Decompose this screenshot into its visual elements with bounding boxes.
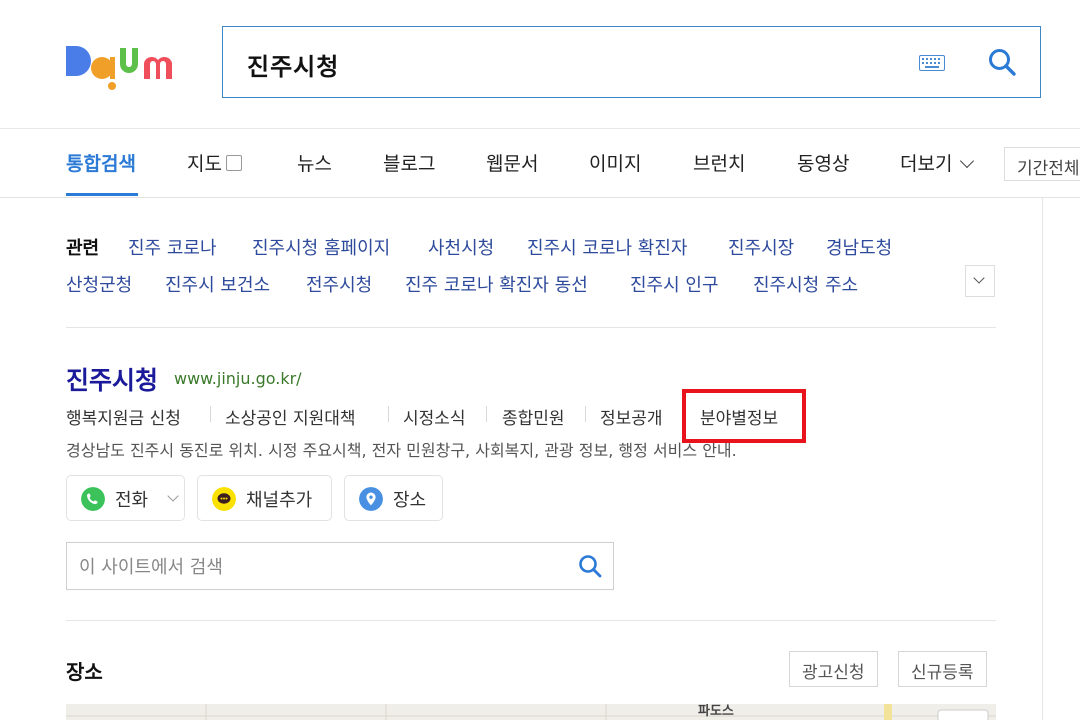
add-channel-label: 채널추가 — [246, 490, 313, 511]
chevron-down-icon — [167, 490, 179, 502]
place-button[interactable]: 장소 — [344, 475, 443, 521]
map[interactable]: 파도스 — [66, 704, 996, 720]
related-item[interactable]: 진주시장 — [728, 234, 794, 260]
sublink[interactable]: 행복지원금 신청 — [66, 404, 181, 429]
divider — [1042, 198, 1043, 720]
tab-map[interactable]: 지도 — [187, 149, 242, 176]
call-button-label: 전화 — [115, 490, 149, 511]
map-streets — [66, 704, 996, 720]
related-item[interactable]: 진주시청 주소 — [753, 271, 858, 297]
keyboard-icon[interactable] — [919, 55, 945, 71]
related-item[interactable]: 진주시 코로나 확진자 — [527, 234, 687, 260]
new-register-button[interactable]: 신규등록 — [898, 651, 987, 687]
related-item[interactable]: 경남도청 — [826, 234, 892, 260]
call-button[interactable]: 전화 — [66, 475, 185, 521]
tab-video[interactable]: 동영상 — [797, 149, 849, 176]
divider — [66, 620, 996, 621]
tab-blog[interactable]: 블로그 — [383, 149, 435, 176]
sublink[interactable]: 소상공인 지원대책 — [225, 404, 356, 429]
map-label: 파도스 — [698, 704, 734, 719]
daum-logo[interactable] — [64, 38, 196, 90]
tab-news[interactable]: 뉴스 — [297, 149, 332, 176]
related-label: 관련 — [66, 238, 100, 259]
search-icon[interactable] — [987, 47, 1017, 77]
related-item[interactable]: 진주시 인구 — [630, 271, 719, 297]
phone-icon — [81, 487, 105, 511]
tab-bar: 통합검색 지도 뉴스 블로그 웹문서 이미지 브런치 동영상 더보기 기간전체 — [0, 128, 1080, 198]
chevron-down-icon — [960, 153, 975, 169]
checkbox-icon — [225, 155, 242, 171]
place-button-label: 장소 — [393, 490, 427, 511]
result-url[interactable]: www.jinju.go.kr/ — [174, 369, 302, 388]
related-item[interactable]: 진주 코로나 확진자 동선 — [405, 271, 588, 297]
expand-related-button[interactable] — [965, 265, 995, 297]
ad-request-button[interactable]: 광고신청 — [789, 651, 878, 687]
location-pin-icon — [359, 487, 383, 511]
sublink[interactable]: 종합민원 — [502, 404, 565, 429]
tab-brunch[interactable]: 브런치 — [693, 149, 745, 176]
highlight-box — [682, 389, 806, 443]
divider — [585, 406, 586, 422]
divider — [210, 406, 211, 422]
site-search-box — [66, 542, 614, 590]
kakao-channel-icon — [212, 487, 236, 511]
tab-image[interactable]: 이미지 — [589, 149, 641, 176]
period-filter[interactable]: 기간전체 — [1004, 147, 1080, 181]
divider — [388, 406, 389, 422]
sublink[interactable]: 시정소식 — [403, 404, 466, 429]
result-title[interactable]: 진주시청 — [66, 361, 158, 397]
active-tab-indicator — [66, 193, 138, 196]
result-description: 경상남도 진주시 동진로 위치. 시정 주요시책, 전자 민원창구, 사회복지,… — [66, 441, 737, 460]
tab-all[interactable]: 통합검색 — [66, 149, 136, 176]
tab-web[interactable]: 웹문서 — [486, 149, 538, 176]
sublink[interactable]: 정보공개 — [600, 404, 663, 429]
related-item[interactable]: 진주시청 홈페이지 — [252, 234, 390, 260]
tab-more[interactable]: 더보기 — [900, 149, 975, 176]
search-icon[interactable] — [577, 553, 603, 579]
site-search-input[interactable] — [77, 552, 561, 582]
add-channel-button[interactable]: 채널추가 — [197, 475, 332, 521]
divider — [66, 327, 996, 328]
related-item[interactable]: 사천시청 — [428, 234, 494, 260]
search-input[interactable]: 진주시청 — [247, 47, 339, 82]
related-item[interactable]: 산청군청 — [66, 271, 132, 297]
divider — [486, 406, 487, 422]
related-item[interactable]: 전주시청 — [306, 271, 372, 297]
places-title: 장소 — [66, 660, 103, 684]
chevron-down-icon — [973, 272, 985, 284]
search-bar: 진주시청 — [222, 26, 1041, 98]
related-item[interactable]: 진주시 보건소 — [165, 271, 270, 297]
related-item[interactable]: 진주 코로나 — [128, 234, 217, 260]
